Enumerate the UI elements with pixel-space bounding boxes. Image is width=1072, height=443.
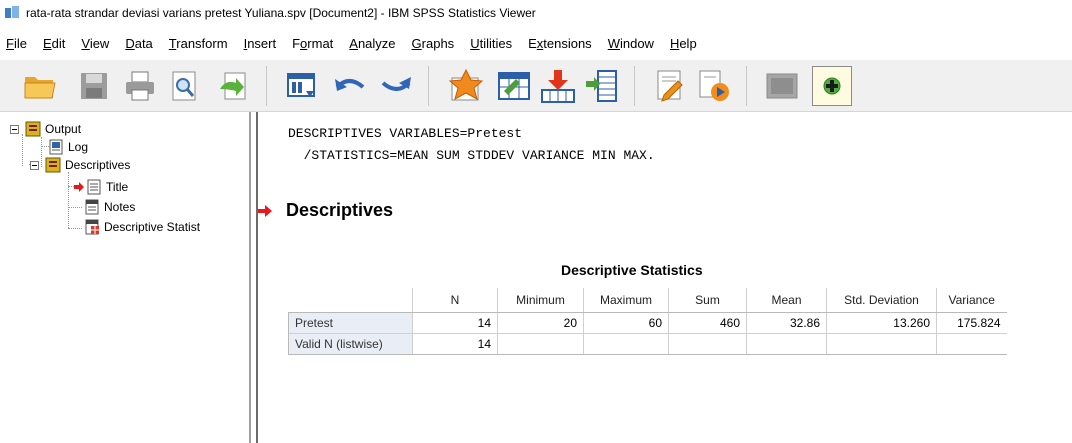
column-header: Variance xyxy=(936,288,1007,313)
table-cell: 14 xyxy=(412,332,498,355)
toolbar-separator xyxy=(746,66,747,106)
tree-item-notes[interactable]: Notes xyxy=(84,198,135,216)
collapse-icon[interactable] xyxy=(30,160,39,170)
table-cell: 60 xyxy=(583,311,669,333)
menu-data[interactable]: Data xyxy=(117,36,160,51)
title-bar: rata-rata strandar deviasi varians prete… xyxy=(0,0,1072,26)
menu-edit[interactable]: Edit xyxy=(35,36,73,51)
column-header: Std. Deviation xyxy=(826,288,937,313)
title-icon xyxy=(86,179,102,195)
table-cell xyxy=(583,332,669,355)
tree-item-descriptive-statistics[interactable]: Descriptive Statist xyxy=(84,218,200,236)
table-icon xyxy=(84,219,100,235)
pane-splitter[interactable] xyxy=(250,112,258,443)
column-header: Mean xyxy=(746,288,827,313)
output-content-pane: DESCRIPTIVES VARIABLES=Pretest /STATISTI… xyxy=(258,112,1072,443)
table-cell xyxy=(668,332,747,355)
print-preview-icon[interactable] xyxy=(164,66,204,106)
column-header: Sum xyxy=(668,288,747,313)
row-label: Valid N (listwise) xyxy=(288,332,413,355)
window-title: rata-rata strandar deviasi varians prete… xyxy=(26,6,536,20)
menu-file[interactable]: File xyxy=(4,36,35,51)
tree-item-label: Descriptives xyxy=(65,158,131,172)
table-cell: 460 xyxy=(668,311,747,333)
output-book-icon xyxy=(25,121,41,137)
column-header: Maximum xyxy=(583,288,669,313)
menu-view[interactable]: View xyxy=(73,36,117,51)
insert-output-icon[interactable] xyxy=(650,66,690,106)
menu-utilities[interactable]: Utilities xyxy=(462,36,520,51)
current-item-arrow-icon xyxy=(258,205,272,217)
redo-icon[interactable] xyxy=(376,66,416,106)
menu-graphs[interactable]: Graphs xyxy=(404,36,463,51)
section-heading[interactable]: Descriptives xyxy=(286,200,393,221)
undo-icon[interactable] xyxy=(330,66,370,106)
table-cell: 20 xyxy=(497,311,584,333)
menu-bar: File Edit View Data Transform Insert Format Ana… xyxy=(0,26,1072,60)
notes-icon xyxy=(84,199,100,215)
tree-item-label: Log xyxy=(68,140,89,154)
corner-cell xyxy=(288,288,413,313)
run-script-icon[interactable] xyxy=(694,66,734,106)
table-cell: 32.86 xyxy=(746,311,827,333)
print-icon[interactable] xyxy=(120,66,160,106)
outline-pane: Output Log Descriptives Title Notes Desc… xyxy=(0,112,250,443)
syntax-line: DESCRIPTIVES VARIABLES=Pretest xyxy=(288,126,523,141)
descriptive-statistics-table[interactable]: N Minimum Maximum Sum Mean Std. Deviatio… xyxy=(288,288,1007,355)
table-row: Pretest 14 20 60 460 32.86 13.260 175.82… xyxy=(288,311,1007,333)
table-cell xyxy=(497,332,584,355)
table-cell: 175.824 xyxy=(936,311,1007,333)
table-cell: 13.260 xyxy=(826,311,937,333)
menu-insert[interactable]: Insert xyxy=(236,36,285,51)
tree-item-label: Descriptive Statist xyxy=(104,220,201,234)
tree-item-output[interactable]: Output xyxy=(10,120,81,138)
menu-extensions[interactable]: Extensions xyxy=(520,36,600,51)
toolbar-separator xyxy=(634,66,635,106)
toolbar xyxy=(0,60,1072,112)
tree-item-label: Title xyxy=(106,180,129,194)
recall-dialog-icon[interactable] xyxy=(282,66,322,106)
tree-item-title[interactable]: Title xyxy=(74,178,128,196)
menu-analyze[interactable]: Analyze xyxy=(341,36,403,51)
menu-help[interactable]: Help xyxy=(662,36,705,51)
menu-format[interactable]: Format xyxy=(284,36,341,51)
column-header: N xyxy=(412,288,498,313)
row-label: Pretest xyxy=(288,311,413,333)
goto-case-icon[interactable] xyxy=(494,66,534,106)
table-title: Descriptive Statistics xyxy=(561,262,703,278)
designate-window-icon[interactable] xyxy=(762,66,802,106)
tree-item-label: Output xyxy=(45,122,82,136)
table-header-row: N Minimum Maximum Sum Mean Std. Deviatio… xyxy=(288,288,1007,313)
open-folder-icon[interactable] xyxy=(20,66,60,106)
log-icon xyxy=(48,139,64,155)
current-item-arrow-icon xyxy=(74,182,84,192)
menu-transform[interactable]: Transform xyxy=(161,36,236,51)
add-item-icon[interactable] xyxy=(812,66,852,106)
output-book-icon xyxy=(45,157,61,173)
table-cell xyxy=(746,332,827,355)
tree-item-descriptives[interactable]: Descriptives xyxy=(30,156,130,174)
toolbar-separator xyxy=(428,66,429,106)
table-cell xyxy=(936,332,1007,355)
tree-item-log[interactable]: Log xyxy=(48,138,88,156)
collapse-icon[interactable] xyxy=(10,124,19,134)
menu-window[interactable]: Window xyxy=(600,36,662,51)
goto-variable-icon[interactable] xyxy=(538,66,578,106)
syntax-line: /STATISTICS=MEAN SUM STDDEV VARIANCE MIN… xyxy=(288,148,655,163)
table-row: Valid N (listwise) 14 xyxy=(288,332,1007,355)
goto-data-icon[interactable] xyxy=(446,66,486,106)
table-cell: 14 xyxy=(412,311,498,333)
toolbar-separator xyxy=(266,66,267,106)
export-icon[interactable] xyxy=(214,66,254,106)
spss-app-icon xyxy=(4,5,20,21)
table-cell xyxy=(826,332,937,355)
column-header: Minimum xyxy=(497,288,584,313)
tree-item-label: Notes xyxy=(104,200,136,214)
variables-icon[interactable] xyxy=(582,66,622,106)
save-icon[interactable] xyxy=(74,66,114,106)
